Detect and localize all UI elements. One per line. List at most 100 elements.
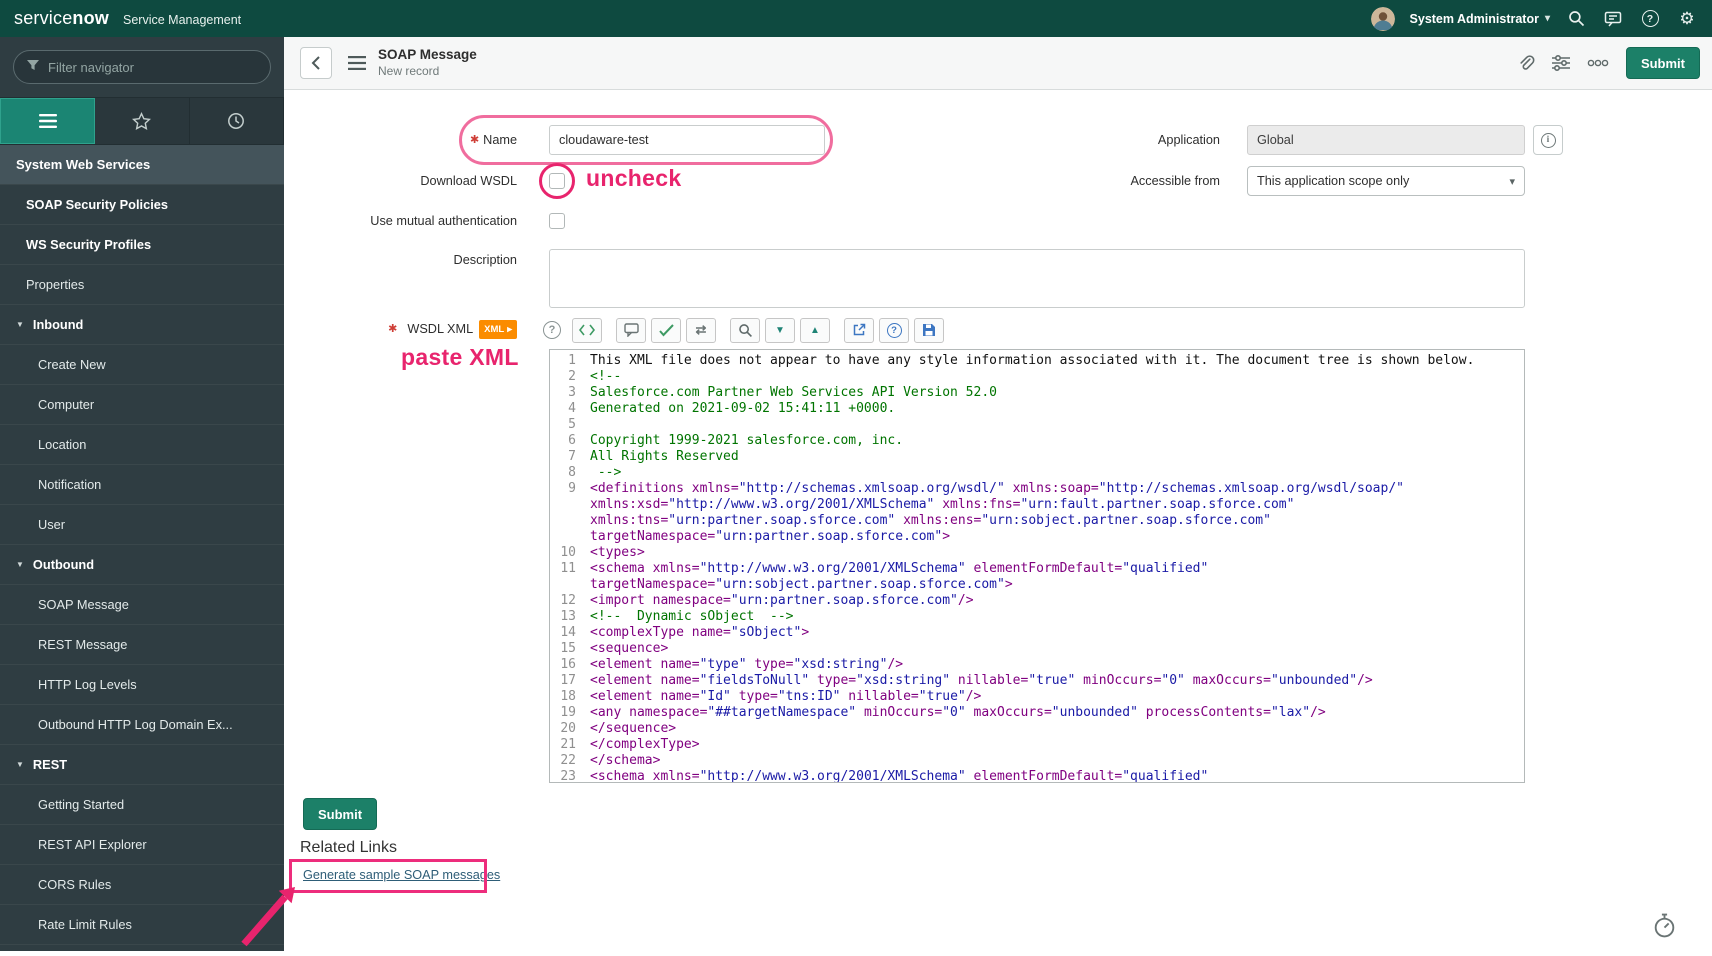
line-number: 17 bbox=[560, 673, 576, 688]
sidebar-item-rate-limit-rules[interactable]: Rate Limit Rules bbox=[0, 905, 284, 945]
comment-icon[interactable] bbox=[616, 317, 646, 343]
accessible-from-select[interactable]: This application scope only ▾ bbox=[1247, 166, 1525, 196]
mutual-auth-checkbox[interactable] bbox=[549, 213, 565, 229]
servicenow-logo: servicenow bbox=[14, 8, 109, 29]
sidebar-item-http-log-levels[interactable]: HTTP Log Levels bbox=[0, 665, 284, 705]
xml-badge[interactable]: XML ▸ bbox=[479, 320, 517, 339]
more-options-icon[interactable] bbox=[1587, 59, 1609, 67]
line-number: 22 bbox=[560, 753, 576, 768]
form-context-menu-icon[interactable] bbox=[348, 56, 366, 70]
logo-light: service bbox=[14, 8, 73, 28]
line-number: 20 bbox=[560, 721, 576, 736]
save-icon[interactable] bbox=[914, 317, 944, 343]
tab-favorites[interactable] bbox=[95, 98, 190, 144]
line-number: 16 bbox=[560, 657, 576, 672]
back-button[interactable] bbox=[300, 47, 332, 79]
global-search-icon[interactable] bbox=[1565, 8, 1587, 30]
sidebar-item-cors-rules[interactable]: CORS Rules bbox=[0, 865, 284, 905]
tab-history[interactable] bbox=[190, 98, 284, 144]
sidebar-item-label: Outbound bbox=[32, 557, 95, 572]
sidebar-item-properties[interactable]: Properties bbox=[0, 265, 284, 305]
line-number: 4 bbox=[568, 401, 576, 416]
tab-all-applications[interactable] bbox=[0, 98, 96, 144]
logo-bold: now bbox=[72, 8, 110, 28]
code-text: <!-- bbox=[590, 369, 622, 384]
code-line: 4 Generated on 2021-09-02 15:41:11 +0000. bbox=[554, 401, 1514, 417]
line-number: 13 bbox=[560, 609, 576, 624]
line-number: 14 bbox=[560, 625, 576, 640]
application-info-button[interactable]: i bbox=[1533, 125, 1563, 155]
submit-button[interactable]: Submit bbox=[303, 798, 378, 830]
generate-sample-soap-messages-link[interactable]: Generate sample SOAP messages bbox=[303, 868, 500, 882]
accessible-from-label: Accessible from bbox=[1130, 174, 1220, 188]
help-icon[interactable]: ? bbox=[1639, 8, 1661, 30]
avatar[interactable] bbox=[1370, 6, 1395, 31]
sidebar-item-getting-started[interactable]: Getting Started bbox=[0, 785, 284, 825]
gear-icon[interactable]: ⚙ bbox=[1676, 8, 1698, 30]
open-in-new-icon[interactable] bbox=[844, 317, 874, 343]
wsdl-xml-viewer[interactable]: 1 This XML file does not appear to have a… bbox=[549, 349, 1525, 783]
code-line: 5 bbox=[554, 417, 1514, 433]
code-text: <import namespace="urn:partner.soap.sfor… bbox=[590, 593, 974, 608]
sidebar-item-label: Notification bbox=[38, 477, 102, 492]
find-next-icon[interactable]: ▼ bbox=[765, 317, 795, 343]
code-lines: 1 This XML file does not appear to have a… bbox=[554, 353, 1514, 782]
user-menu[interactable]: System Administrator ▾ bbox=[1410, 12, 1550, 26]
sidebar-item-label: Inbound bbox=[32, 317, 84, 332]
format-code-icon[interactable] bbox=[572, 317, 602, 343]
response-time-icon[interactable] bbox=[1652, 912, 1677, 944]
sidebar-item-rest-api-explorer[interactable]: REST API Explorer bbox=[0, 825, 284, 865]
sidebar-item-system-web-services[interactable]: System Web Services bbox=[0, 145, 284, 185]
line-number: 12 bbox=[560, 593, 576, 608]
code-line: 14 <complexType name="sObject"> bbox=[554, 625, 1514, 641]
sidebar-item-rest-message[interactable]: REST Message bbox=[0, 625, 284, 665]
form-subtitle: New record bbox=[378, 63, 440, 78]
replace-icon[interactable]: ⇄ bbox=[686, 317, 716, 343]
mandatory-icon: ✱ bbox=[469, 134, 480, 146]
sidebar-item-outbound[interactable]: ▼ Outbound bbox=[0, 545, 284, 585]
sidebar-item-soap-message[interactable]: SOAP Message bbox=[0, 585, 284, 625]
find-previous-icon[interactable]: ▲ bbox=[800, 317, 830, 343]
sidebar-item-location[interactable]: Location bbox=[0, 425, 284, 465]
navigator-tabs bbox=[0, 97, 284, 145]
sidebar-item-label: Computer bbox=[38, 397, 95, 412]
submit-button-header[interactable]: Submit bbox=[1625, 47, 1700, 79]
attachment-paperclip-icon[interactable] bbox=[1517, 54, 1535, 72]
sidebar-item-computer[interactable]: Computer bbox=[0, 385, 284, 425]
personalize-form-icon[interactable] bbox=[1551, 55, 1570, 71]
filter-navigator-input[interactable] bbox=[48, 59, 258, 75]
sidebar-item-create-new[interactable]: Create New bbox=[0, 345, 284, 385]
sidebar-item-rest[interactable]: ▼ REST bbox=[0, 745, 284, 785]
filter-row bbox=[0, 37, 284, 97]
spellcheck-icon[interactable] bbox=[651, 317, 681, 343]
code-line: 11 <schema xmlns="http://www.w3.org/2001/… bbox=[554, 561, 1514, 593]
caret-right-icon: ▸ bbox=[507, 324, 512, 335]
line-number: 6 bbox=[568, 433, 576, 448]
editor-help-icon[interactable]: ? bbox=[879, 317, 909, 343]
form-header-actions: Submit bbox=[1517, 47, 1700, 79]
code-text: <element name="type" type="xsd:string"/> bbox=[590, 657, 904, 672]
field-help-icon[interactable]: ? bbox=[543, 321, 561, 339]
sidebar-item-outbound-http-log-domain-ex[interactable]: Outbound HTTP Log Domain Ex... bbox=[0, 705, 284, 745]
sidebar-item-ws-security-profiles[interactable]: WS Security Profiles bbox=[0, 225, 284, 265]
sidebar-item-inbound[interactable]: ▼ Inbound bbox=[0, 305, 284, 345]
code-text: Copyright 1999-2021 salesforce.com, inc. bbox=[590, 433, 904, 448]
search-icon[interactable] bbox=[730, 317, 760, 343]
sidebar-item-label: User bbox=[38, 517, 66, 532]
nav-list: System Web Services SOAP Security Policie… bbox=[0, 145, 284, 951]
product-name: Service Management bbox=[123, 13, 242, 27]
code-text: All Rights Reserved bbox=[590, 449, 739, 464]
name-input[interactable] bbox=[549, 125, 825, 155]
sidebar-item-soap-security-policies[interactable]: SOAP Security Policies bbox=[0, 185, 284, 225]
description-textarea[interactable] bbox=[549, 249, 1525, 308]
chat-icon[interactable] bbox=[1602, 8, 1624, 30]
code-text: </sequence> bbox=[590, 721, 677, 736]
sidebar-item-user[interactable]: User bbox=[0, 505, 284, 545]
download-wsdl-checkbox[interactable] bbox=[549, 173, 565, 189]
sidebar-item-label: HTTP Log Levels bbox=[38, 677, 137, 692]
brand: servicenow Service Management bbox=[14, 8, 241, 29]
line-number: 8 bbox=[568, 465, 576, 480]
line-number: 21 bbox=[560, 737, 576, 752]
sidebar-item-notification[interactable]: Notification bbox=[0, 465, 284, 505]
